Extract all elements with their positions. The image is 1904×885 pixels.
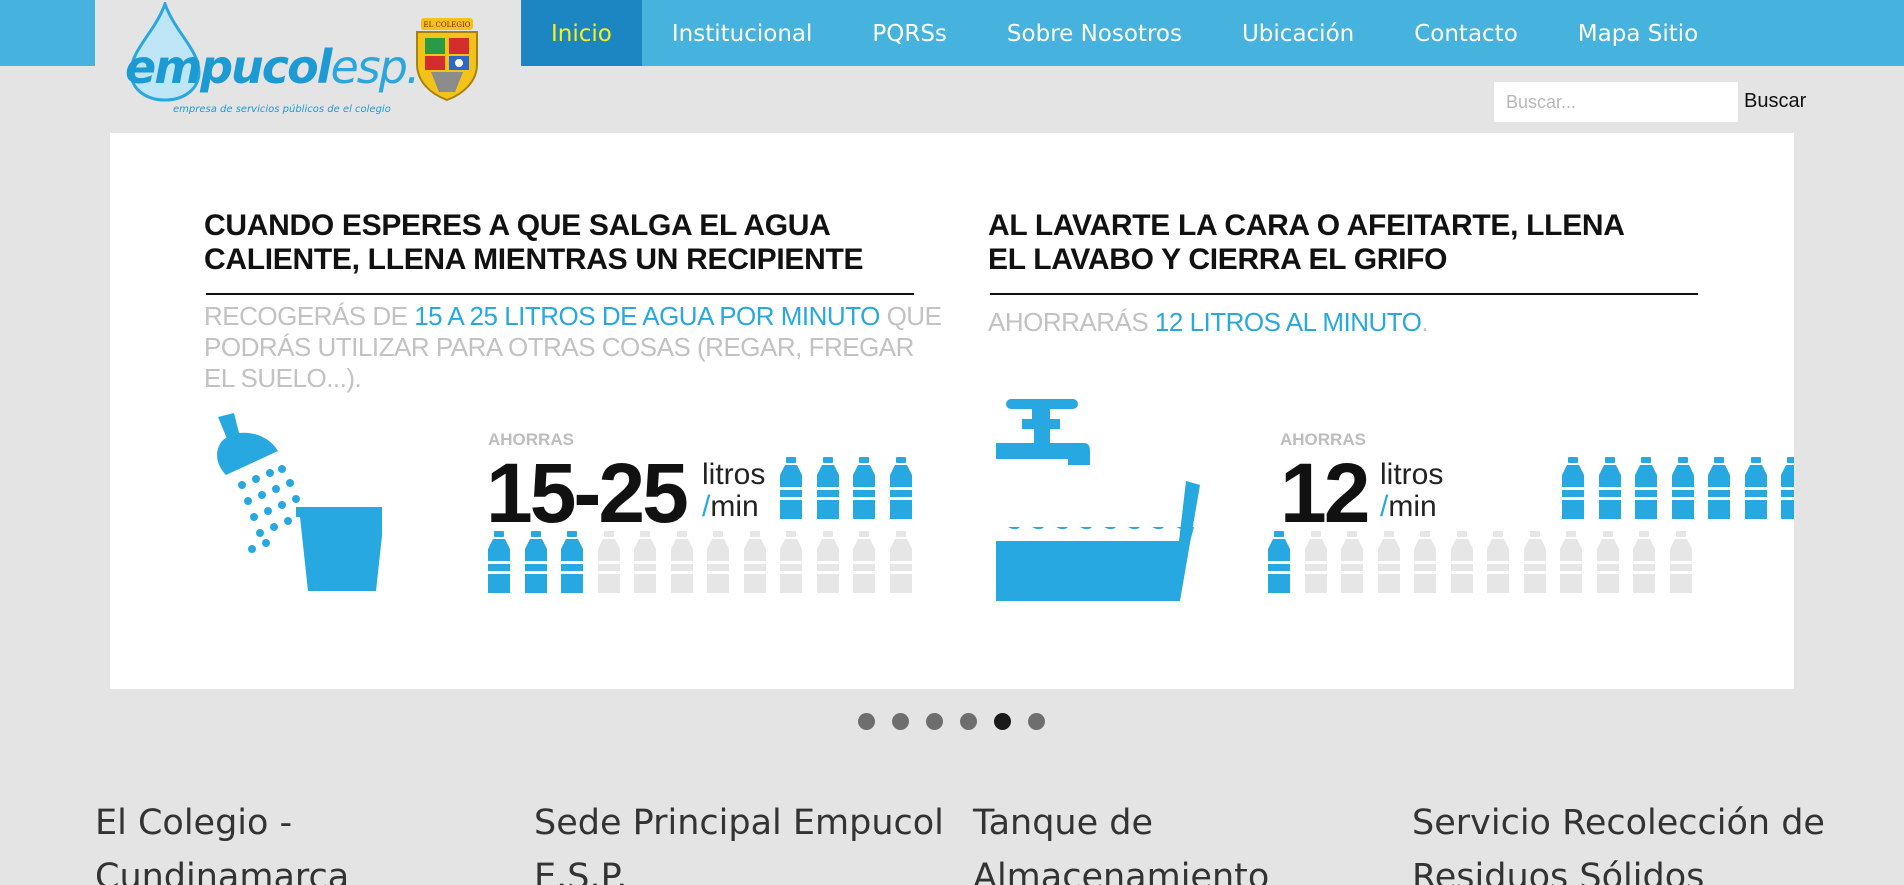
bottle-filled-icon: [778, 457, 804, 519]
savings-amount: 15-25: [486, 446, 689, 540]
column-title-sede-principal[interactable]: Sede Principal Empucol E.S.P.: [534, 796, 954, 885]
bottle-empty-icon: [742, 531, 768, 593]
faucet-basin-icon: [996, 399, 1200, 601]
bottle-filled-icon: [1779, 457, 1794, 519]
bottle-filled-icon: [1266, 531, 1292, 593]
bottle-filled-icon: [1633, 457, 1659, 519]
nav-item-institucional[interactable]: Institucional: [642, 0, 843, 66]
bottle-filled-icon: [1670, 457, 1696, 519]
tip-headline: AL LAVARTE LA CARA O AFEITARTE, LLENA EL…: [988, 209, 1625, 276]
carousel-dot[interactable]: [1028, 713, 1045, 730]
bottle-filled-icon: [523, 531, 549, 593]
carousel-dot[interactable]: [892, 713, 909, 730]
logo-wordmark: empucolesp.: [125, 40, 421, 94]
bottle-empty-icon: [1558, 531, 1584, 593]
carousel-slide[interactable]: CUANDO ESPERES A QUE SALGA EL AGUA CALIE…: [110, 133, 1794, 689]
logo-tagline: empresa de servicios públicos de el cole…: [173, 104, 391, 115]
bottle-filled-icon: [1706, 457, 1732, 519]
bottle-filled-icon: [559, 531, 585, 593]
savings-amount: 12: [1280, 446, 1370, 540]
tip-headline: CUANDO ESPERES A QUE SALGA EL AGUA CALIE…: [204, 209, 864, 276]
bottle-empty-icon: [888, 531, 914, 593]
bottle-empty-icon: [596, 531, 622, 593]
search-input[interactable]: [1494, 82, 1738, 122]
divider: [206, 293, 914, 295]
divider: [990, 293, 1698, 295]
bottle-filled-icon: [815, 457, 841, 519]
bottle-empty-icon: [1376, 531, 1402, 593]
column-title-tanque[interactable]: Tanque de Almacenamiento: [973, 796, 1373, 885]
tip-description: AHORRARÁS 12 LITROS AL MINUTO.: [988, 307, 1429, 337]
nav-item-pqrss[interactable]: PQRSs: [842, 0, 977, 66]
bottle-empty-icon: [1412, 531, 1438, 593]
svg-text:EL COLEGIO: EL COLEGIO: [424, 21, 471, 29]
bottle-filled-icon: [1743, 457, 1769, 519]
bottle-empty-icon: [1631, 531, 1657, 593]
bottle-empty-icon: [778, 531, 804, 593]
main-nav: Inicio Institucional PQRSs Sobre Nosotro…: [521, 0, 1728, 66]
bottle-filled-icon: [1597, 457, 1623, 519]
bottle-filled-icon: [486, 531, 512, 593]
nav-item-ubicacion[interactable]: Ubicación: [1212, 0, 1384, 66]
nav-item-inicio[interactable]: Inicio: [521, 0, 642, 66]
logo[interactable]: empucolesp. empresa de servicios público…: [95, 0, 521, 133]
search-button[interactable]: Buscar: [1744, 90, 1806, 113]
nav-item-sobre-nosotros[interactable]: Sobre Nosotros: [977, 0, 1212, 66]
bottle-empty-icon: [1339, 531, 1365, 593]
column-title-el-colegio[interactable]: El Colegio - Cundinamarca: [95, 796, 495, 885]
bottle-empty-icon: [632, 531, 658, 593]
shower-bucket-icon: [217, 413, 382, 591]
bottle-filled-icon: [888, 457, 914, 519]
bottle-empty-icon: [705, 531, 731, 593]
bottle-empty-icon: [1485, 531, 1511, 593]
carousel-dot[interactable]: [858, 713, 875, 730]
bottle-empty-icon: [815, 531, 841, 593]
bottle-empty-icon: [1303, 531, 1329, 593]
column-title-recoleccion[interactable]: Servicio Recolección de Residuos Sólidos: [1412, 796, 1892, 885]
tip-panel-washbasin: AL LAVARTE LA CARA O AFEITARTE, LLENA EL…: [988, 133, 1794, 689]
bottle-empty-icon: [669, 531, 695, 593]
bottle-empty-icon: [851, 531, 877, 593]
carousel-dot[interactable]: [960, 713, 977, 730]
bottle-filled-icon: [851, 457, 877, 519]
tip-description: RECOGERÁS DE 15 A 25 LITROS DE AGUA POR …: [204, 301, 942, 393]
carousel-dot[interactable]: [926, 713, 943, 730]
tip-panel-hot-water: CUANDO ESPERES A QUE SALGA EL AGUA CALIE…: [204, 133, 944, 689]
nav-item-contacto[interactable]: Contacto: [1384, 0, 1548, 66]
savings-unit: litros/min: [1380, 458, 1444, 523]
bottle-empty-icon: [1595, 531, 1621, 593]
savings-unit: litros/min: [702, 458, 766, 523]
carousel-indicators: [858, 713, 1045, 730]
carousel-dot[interactable]: [994, 713, 1011, 730]
bottle-empty-icon: [1449, 531, 1475, 593]
bottle-empty-icon: [1522, 531, 1548, 593]
bottle-filled-icon: [1560, 457, 1586, 519]
bottle-empty-icon: [1668, 531, 1694, 593]
coat-of-arms-icon: EL COLEGIO: [416, 18, 478, 102]
nav-item-mapa-sitio[interactable]: Mapa Sitio: [1548, 0, 1728, 66]
